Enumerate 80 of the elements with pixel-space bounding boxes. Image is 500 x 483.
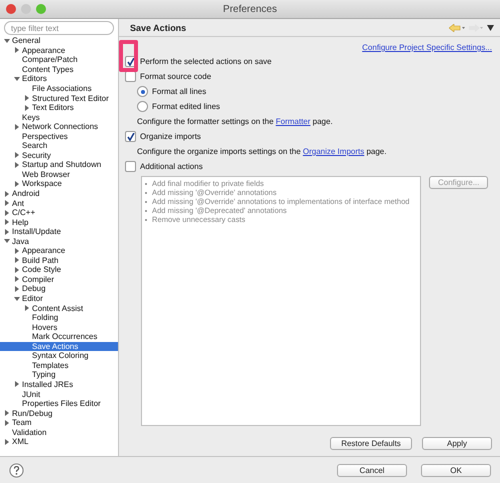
tree-item[interactable]: Run/Debug (0, 408, 118, 418)
tree-item[interactable]: Mark Occurrences (0, 332, 118, 342)
tree-item[interactable]: Content Types (0, 64, 118, 74)
tree-item[interactable]: Security (0, 150, 118, 160)
tree-item[interactable]: Code Style (0, 265, 118, 275)
tree-item[interactable]: Properties Files Editor (0, 398, 118, 408)
tree-item[interactable]: C/C++ (0, 208, 118, 218)
tree-item[interactable]: General (0, 36, 118, 46)
restore-defaults-button[interactable]: Restore Defaults (330, 437, 412, 450)
tree-item[interactable]: JUnit (0, 389, 118, 399)
tree-item[interactable]: File Associations (0, 84, 118, 94)
tree-item[interactable]: Network Connections (0, 122, 118, 132)
tree-item[interactable]: Perspectives (0, 131, 118, 142)
collapsed-arrow-icon[interactable] (4, 438, 10, 445)
tree-item[interactable]: Help (0, 217, 118, 227)
tree-item[interactable]: Search (0, 141, 118, 151)
collapsed-arrow-icon[interactable] (14, 124, 20, 130)
expanded-arrow-icon[interactable] (4, 238, 10, 244)
checkbox-label: Format source code (140, 72, 212, 81)
tree-item[interactable]: Typing (0, 370, 118, 380)
tree-item[interactable]: Java (0, 236, 118, 246)
dialog-button[interactable]: OK (421, 464, 491, 477)
tree-item[interactable]: XML (0, 436, 118, 447)
collapsed-arrow-icon[interactable] (14, 381, 20, 388)
page-title: Save Actions (130, 22, 188, 32)
tree-item[interactable]: Appearance (0, 246, 118, 256)
apply-button[interactable]: Apply (422, 437, 492, 450)
tree-item[interactable]: Folding (0, 312, 118, 322)
tree-item[interactable]: Appearance (0, 46, 118, 56)
tree-item[interactable]: Web Browser (0, 170, 118, 180)
expanded-arrow-icon[interactable] (14, 76, 20, 82)
tree-item[interactable]: Android (0, 188, 118, 198)
close-button[interactable] (6, 4, 16, 14)
filter-field[interactable]: type filter text (4, 21, 114, 35)
radio-label: Format edited lines (152, 102, 220, 111)
dialog-button[interactable]: Cancel (337, 464, 407, 477)
help-icon[interactable] (9, 463, 24, 478)
checkbox[interactable] (125, 71, 136, 82)
settings-note: Configure the organize imports settings on the Organize Imports page. (137, 147, 386, 156)
tree-item[interactable]: Save Actions (0, 342, 118, 352)
tree-item[interactable]: Templates (0, 360, 118, 370)
page-link[interactable]: Organize Imports (302, 147, 364, 156)
page-link[interactable]: Formatter (276, 117, 310, 126)
expanded-arrow-icon[interactable] (4, 38, 10, 44)
radio-button[interactable] (137, 86, 148, 97)
tree-item[interactable]: Syntax Coloring (0, 351, 118, 361)
tree-item[interactable]: Compare/Patch (0, 55, 118, 65)
tree-item[interactable]: Text Editors (0, 102, 118, 112)
settings-note: Configure the formatter settings on the Formatter page. (137, 117, 333, 126)
tree-item[interactable]: Hovers (0, 322, 118, 332)
project-settings-link[interactable]: Configure Project Specific Settings... (362, 43, 492, 52)
tree-item[interactable]: Content Assist (0, 303, 118, 313)
tree-item[interactable]: Editors (0, 74, 118, 84)
collapsed-arrow-icon[interactable] (14, 47, 20, 54)
tree-item[interactable]: Debug (0, 284, 118, 294)
collapsed-arrow-icon[interactable] (24, 305, 30, 312)
checkbox-label: Organize imports (140, 132, 201, 141)
tree-item[interactable]: Team (0, 418, 118, 428)
checkbox-label: Perform the selected actions on save (140, 57, 272, 66)
tree-item[interactable]: Structured Text Editor (0, 93, 118, 103)
radio-label: Format all lines (152, 87, 206, 96)
checkmark-icon (126, 58, 134, 66)
tree-item[interactable]: Workspace (0, 179, 118, 189)
tree-item[interactable]: Editor (0, 294, 118, 304)
radio-button[interactable] (137, 101, 148, 112)
checkbox[interactable] (125, 161, 136, 172)
menu-icon[interactable] (487, 24, 494, 30)
tree-item[interactable]: Startup and Shutdown (0, 160, 118, 170)
checkbox-label: Additional actions (140, 162, 203, 171)
checkbox[interactable] (125, 131, 136, 142)
tree-item[interactable]: Install/Update (0, 226, 118, 236)
checkmark-icon (126, 132, 134, 140)
tree-item[interactable]: Ant (0, 198, 118, 208)
window-title: Preferences (223, 4, 277, 14)
tree-item[interactable]: Build Path (0, 256, 118, 266)
tree-item[interactable]: Keys (0, 112, 118, 122)
tree-item[interactable]: Validation (0, 427, 118, 437)
tree-item[interactable]: Installed JREs (0, 380, 118, 390)
expanded-arrow-icon[interactable] (14, 296, 20, 302)
tree-item[interactable]: Compiler (0, 274, 118, 284)
